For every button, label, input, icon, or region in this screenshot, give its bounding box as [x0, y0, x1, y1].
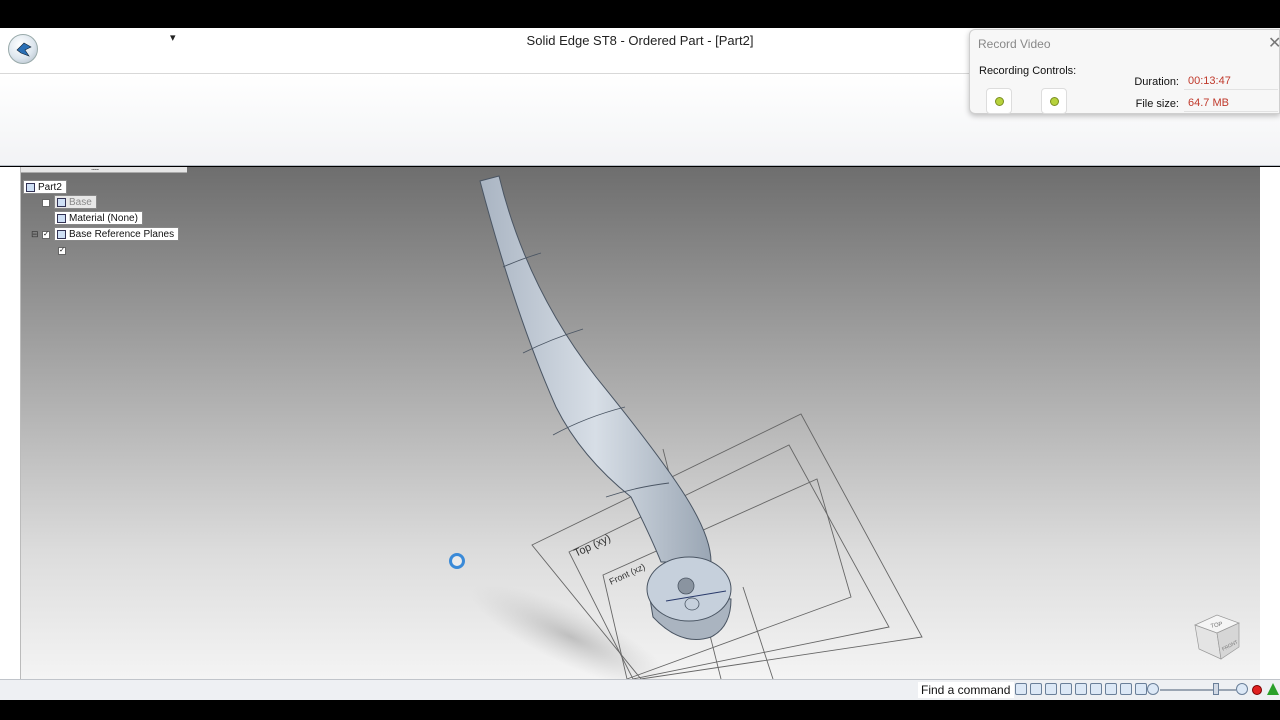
app-screen: ▾ Solid Edge ST8 - Ordered Part - [Part2… — [0, 0, 1280, 720]
hub-hole — [677, 577, 695, 595]
left-margin — [0, 167, 20, 679]
file-size-value: 64.7 MB — [1188, 97, 1229, 109]
right-margin — [1260, 167, 1280, 679]
zoom-in-icon[interactable] — [1236, 683, 1248, 695]
zoom-slider-track[interactable] — [1160, 689, 1236, 691]
view-cube[interactable]: TOP FRONT — [1193, 611, 1241, 663]
pause-icon — [995, 97, 1004, 106]
stop-icon — [1050, 97, 1059, 106]
fit-icon[interactable] — [1060, 683, 1072, 695]
file-size-label: File size: — [1135, 98, 1179, 110]
zoom-slider-thumb[interactable] — [1213, 683, 1219, 695]
zoom-out-icon[interactable] — [1147, 683, 1159, 695]
spin-about-icon[interactable] — [1105, 683, 1117, 695]
record-indicator-icon[interactable] — [1252, 685, 1262, 695]
zoom-area-icon[interactable] — [1030, 683, 1042, 695]
upload-arrow-icon[interactable] — [1267, 683, 1279, 695]
close-icon[interactable]: ✕ — [1268, 33, 1280, 53]
front-plane-label: Front (xz) — [608, 561, 647, 586]
recording-controls-label: Recording Controls: — [979, 65, 1077, 77]
rotate-icon[interactable] — [1090, 683, 1102, 695]
find-command-box[interactable]: Find a command — [918, 682, 1014, 698]
status-bar: Find a command — [0, 679, 1280, 700]
saved-views-icon[interactable] — [1135, 683, 1147, 695]
record-video-title: Record Video — [978, 37, 1051, 51]
shaded-view-icon[interactable] — [1120, 683, 1132, 695]
pause-recording-button[interactable] — [986, 88, 1012, 114]
pan-icon[interactable] — [1015, 683, 1027, 695]
view-tools — [1015, 683, 1147, 695]
busy-cursor-icon — [449, 553, 465, 569]
stop-recording-button[interactable] — [1041, 88, 1067, 114]
blade-body — [479, 175, 712, 563]
sketch-view-icon[interactable] — [1075, 683, 1087, 695]
zoom-icon[interactable] — [1045, 683, 1057, 695]
record-video-panel: Record Video ✕ Recording Controls: Durat… — [969, 29, 1280, 114]
duration-label: Duration: — [1134, 76, 1179, 88]
duration-value: 00:13:47 — [1188, 75, 1231, 87]
part-model-graphic[interactable]: Top (xy) Front (xz) — [21, 167, 1260, 679]
top-plane-label: Top (xy) — [572, 532, 613, 559]
bottom-letterbox — [0, 700, 1280, 720]
graphics-viewport[interactable]: ........... Part2 Base Material (None) ⊟… — [20, 167, 1260, 679]
